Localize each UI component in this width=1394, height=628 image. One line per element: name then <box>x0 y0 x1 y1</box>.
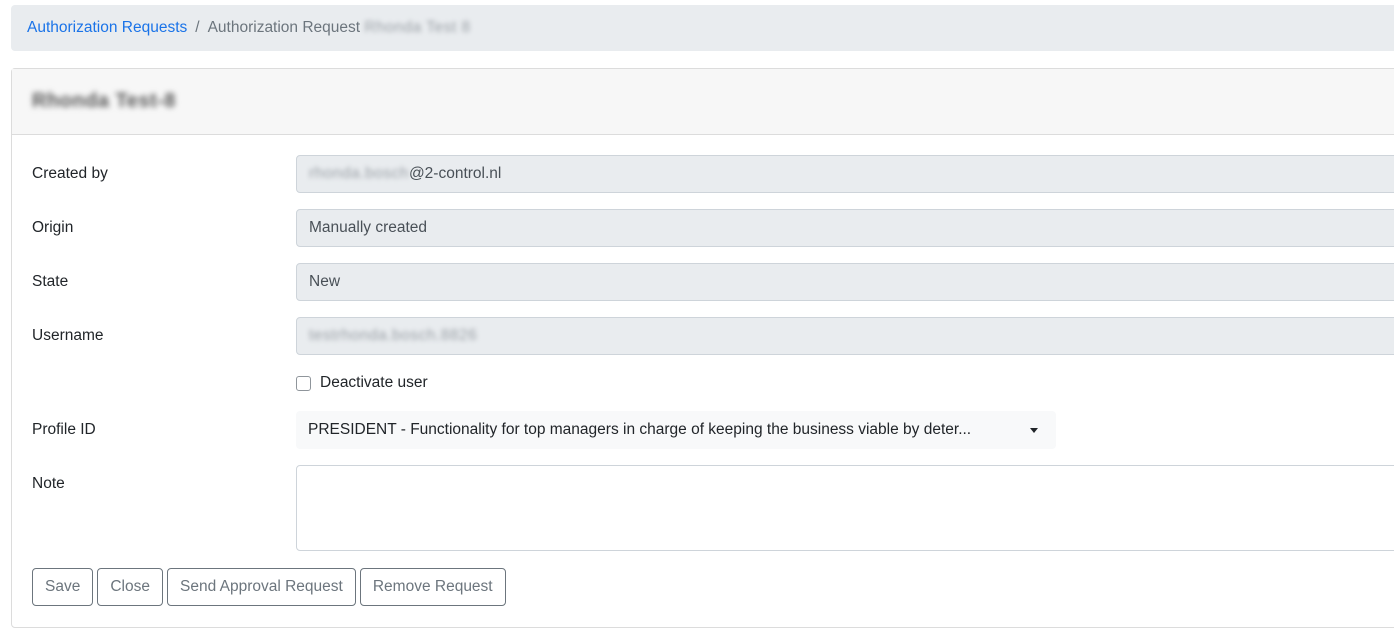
username-field: testrhonda.bosch.8826 <box>296 317 1394 355</box>
origin-label: Origin <box>32 219 74 236</box>
authorization-request-card: Rhonda Test-8 Created by rhonda.bosch @2-… <box>11 68 1394 628</box>
card-header: Rhonda Test-8 <box>12 69 1394 135</box>
breadcrumb-link-authorization-requests[interactable]: Authorization Requests <box>27 19 187 37</box>
username-redacted: testrhonda.bosch.8826 <box>309 327 478 344</box>
deactivate-user-checkbox[interactable] <box>296 375 311 391</box>
chevron-down-icon <box>1030 427 1038 433</box>
state-field: New <box>296 263 1394 301</box>
breadcrumb-current: Authorization Request Rhonda Test 8 <box>208 19 471 37</box>
page-title: Rhonda Test-8 <box>32 90 176 112</box>
profile-id-selected-value: PRESIDENT - Functionality for top manage… <box>308 421 972 438</box>
action-buttons: Save Close Send Approval Request Remove … <box>32 568 506 606</box>
created-by-label: Created by <box>32 165 108 182</box>
note-label: Note <box>32 475 65 492</box>
remove-request-button[interactable]: Remove Request <box>359 568 506 606</box>
deactivate-user-option[interactable]: Deactivate user <box>296 374 428 392</box>
profile-id-label: Profile ID <box>32 421 96 438</box>
save-button[interactable]: Save <box>32 568 94 606</box>
created-by-redacted: rhonda.bosch <box>309 165 409 182</box>
profile-id-select[interactable]: PRESIDENT - Functionality for top manage… <box>296 411 1056 449</box>
close-button[interactable]: Close <box>97 568 163 606</box>
breadcrumb-separator: / <box>195 19 200 36</box>
breadcrumb-current-label: Authorization Request <box>207 19 361 36</box>
username-label: Username <box>32 327 104 344</box>
created-by-domain: @2-control.nl <box>408 165 502 182</box>
note-textarea[interactable] <box>296 465 1394 551</box>
deactivate-user-label: Deactivate user <box>320 374 428 391</box>
breadcrumb-current-redacted: Rhonda Test 8 <box>364 19 471 36</box>
send-approval-request-button[interactable]: Send Approval Request <box>166 568 356 606</box>
state-label: State <box>32 273 69 290</box>
created-by-field: rhonda.bosch @2-control.nl <box>296 155 1394 193</box>
origin-field: Manually created <box>296 209 1394 247</box>
breadcrumb: Authorization Requests / Authorization R… <box>11 5 1394 51</box>
